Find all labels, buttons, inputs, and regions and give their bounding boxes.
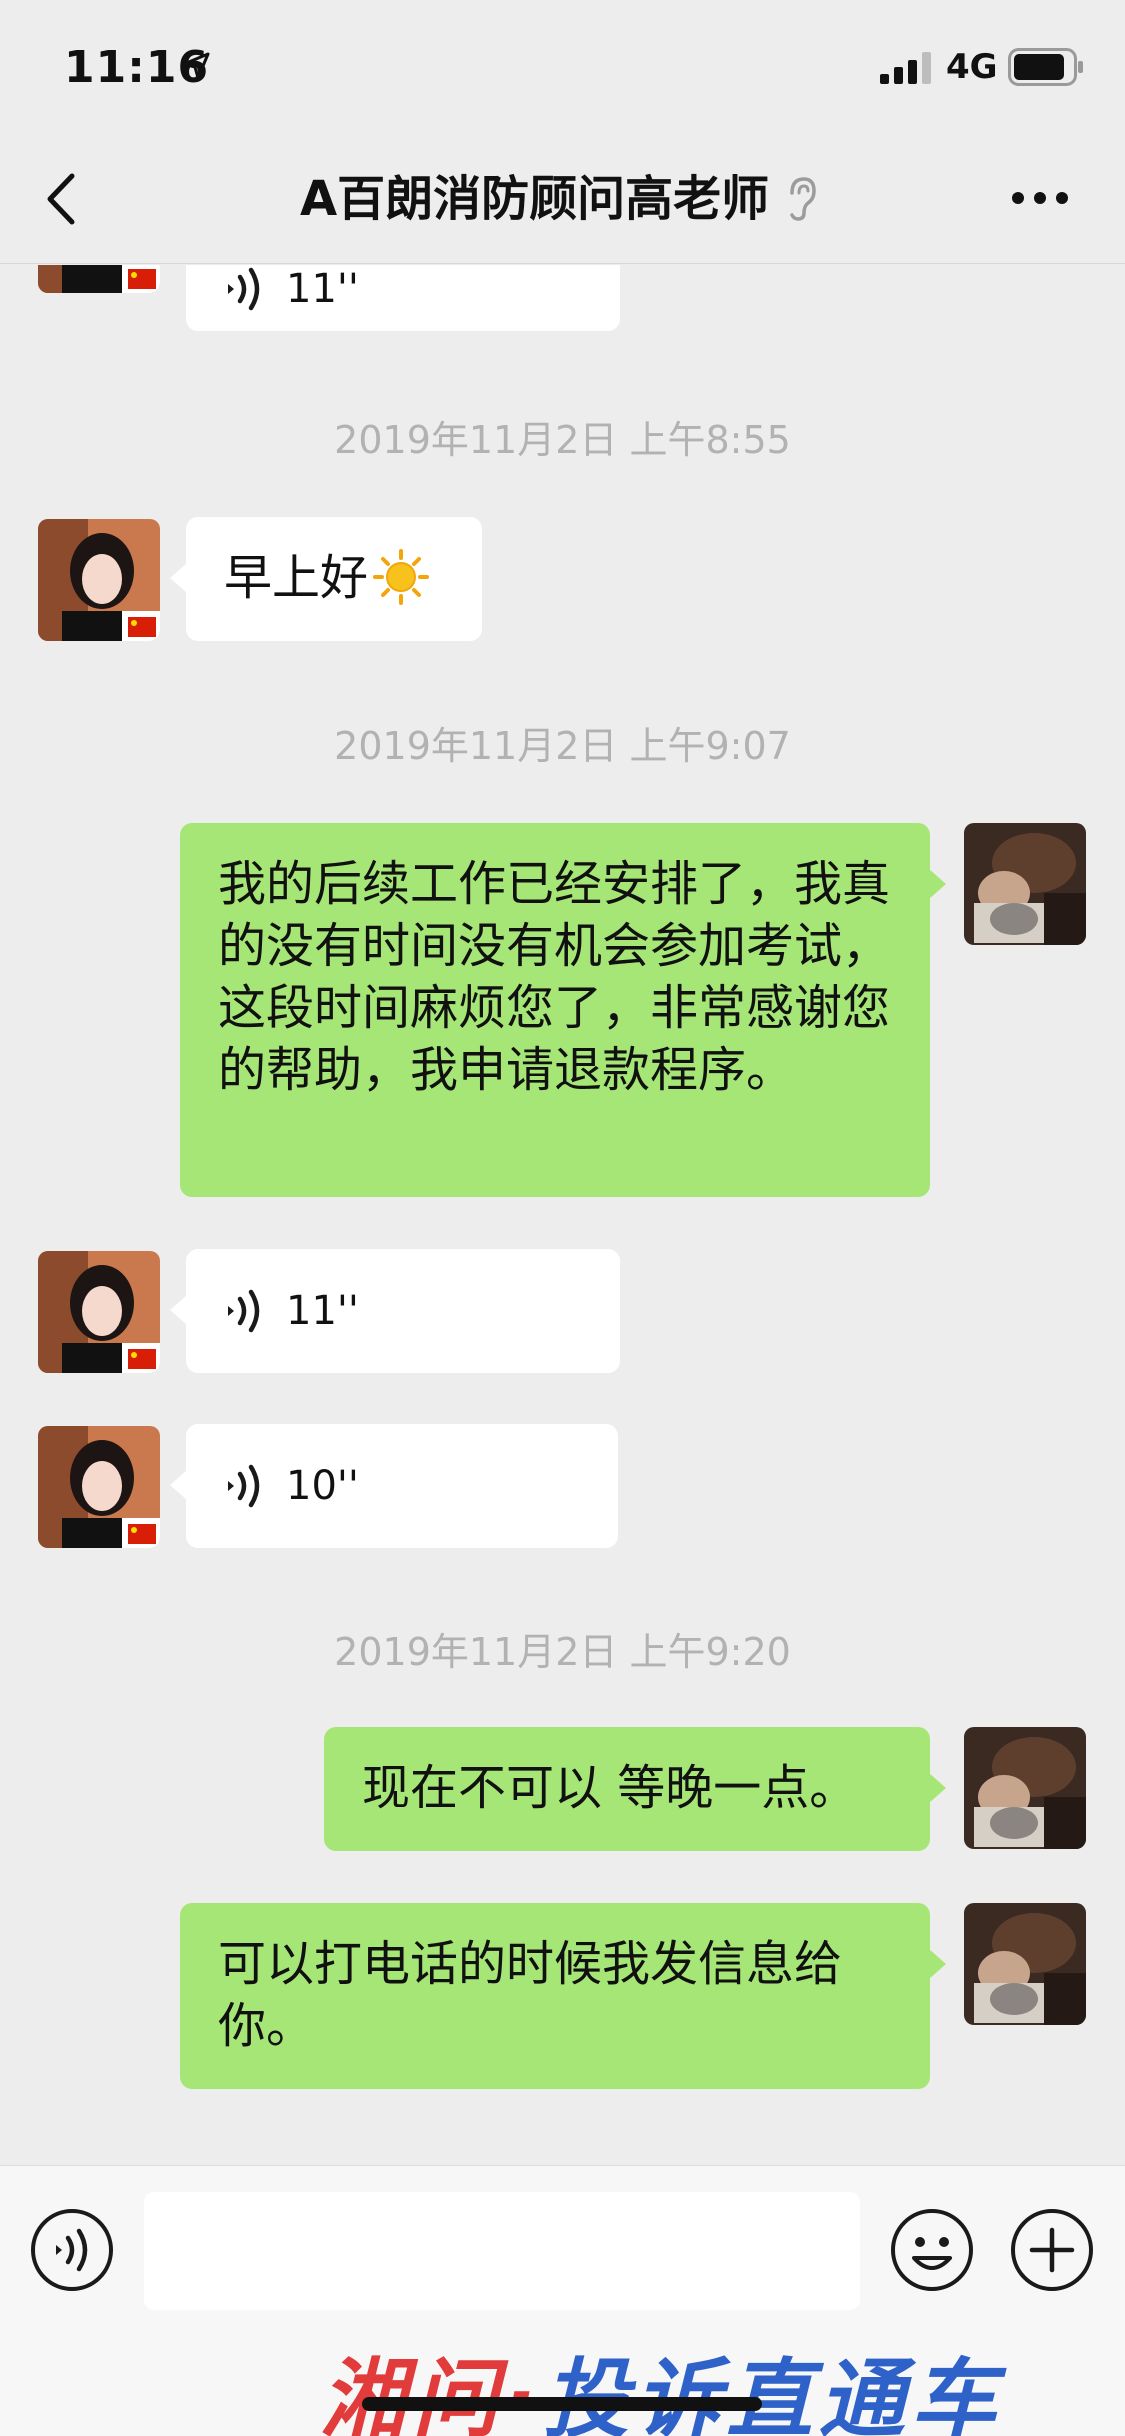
contact-avatar[interactable] (38, 519, 160, 641)
text-message-bubble[interactable]: 早上好 (170, 517, 482, 641)
voice-duration: 10'' (286, 1463, 359, 1509)
watermark-part-1: 湘问· (320, 2350, 543, 2436)
voice-message-bubble[interactable]: 11'' (170, 1249, 620, 1373)
my-avatar[interactable] (964, 1903, 1086, 2025)
network-type: 4G (946, 47, 998, 87)
earpiece-mode-icon (790, 177, 817, 221)
message-timestamp: 2019年11月2日 上午8:55 (334, 418, 791, 462)
add-more-icon[interactable] (1010, 2208, 1094, 2292)
voice-duration: 11'' (286, 1288, 359, 1334)
message-text: 我的后续工作已经安排了，我真的没有时间没有机会参加考试，这段时间麻烦您了，非常感… (218, 856, 891, 1098)
message-timestamp: 2019年11月2日 上午9:07 (334, 724, 791, 768)
contact-avatar[interactable] (38, 1426, 160, 1548)
status-bar: 11:16 4G (0, 0, 1125, 132)
voice-message-bubble[interactable]: 10'' (170, 1424, 618, 1548)
message-text: 现在不可以 等晚一点。 (362, 1760, 858, 1816)
contact-avatar[interactable] (38, 265, 160, 293)
navigation-bar: A百朗消防顾问高老师 (0, 132, 1125, 264)
text-message-bubble[interactable]: 现在不可以 等晚一点。 (324, 1727, 946, 1851)
my-avatar[interactable] (964, 823, 1086, 945)
message-list[interactable]: 11'' 2019年11月2日 上午8:55 早上好 2019年11月2日 上午… (0, 265, 1125, 2165)
watermark-part-2: 投诉直通车 (542, 2350, 1003, 2436)
voice-input-toggle-icon[interactable] (30, 2208, 114, 2292)
voice-duration: 11'' (286, 266, 359, 312)
voice-wave-icon (224, 265, 268, 313)
voice-message-bubble[interactable]: 11'' (186, 265, 620, 331)
message-text: 可以打电话的时候我发信息给你。 (218, 1936, 843, 2054)
contact-avatar[interactable] (38, 1251, 160, 1373)
location-arrow-icon (182, 52, 210, 80)
message-input[interactable] (144, 2192, 860, 2310)
home-indicator[interactable] (362, 2397, 762, 2411)
text-message-bubble[interactable]: 可以打电话的时候我发信息给你。 (180, 1903, 946, 2089)
voice-wave-icon (224, 1287, 268, 1335)
emoji-icon[interactable] (890, 2208, 974, 2292)
text-message-bubble[interactable]: 我的后续工作已经安排了，我真的没有时间没有机会参加考试，这段时间麻烦您了，非常感… (180, 823, 946, 1197)
input-bar: 湘问·投诉直通车 (0, 2165, 1125, 2436)
voice-wave-icon (224, 1462, 268, 1510)
watermark: 湘问·投诉直通车 (320, 2329, 1003, 2436)
my-avatar[interactable] (964, 1727, 1086, 1849)
more-options-icon[interactable] (1010, 186, 1070, 210)
message-timestamp: 2019年11月2日 上午9:20 (334, 1630, 791, 1674)
message-text: 早上好 (224, 550, 369, 606)
back-chevron-icon[interactable] (40, 172, 84, 226)
sun-emoji-icon (373, 549, 430, 605)
cellular-signal-icon (880, 52, 931, 84)
chat-title-area: A百朗消防顾问高老师 (300, 164, 890, 234)
battery-icon (1008, 48, 1083, 86)
chat-title: A百朗消防顾问高老师 (300, 171, 770, 227)
